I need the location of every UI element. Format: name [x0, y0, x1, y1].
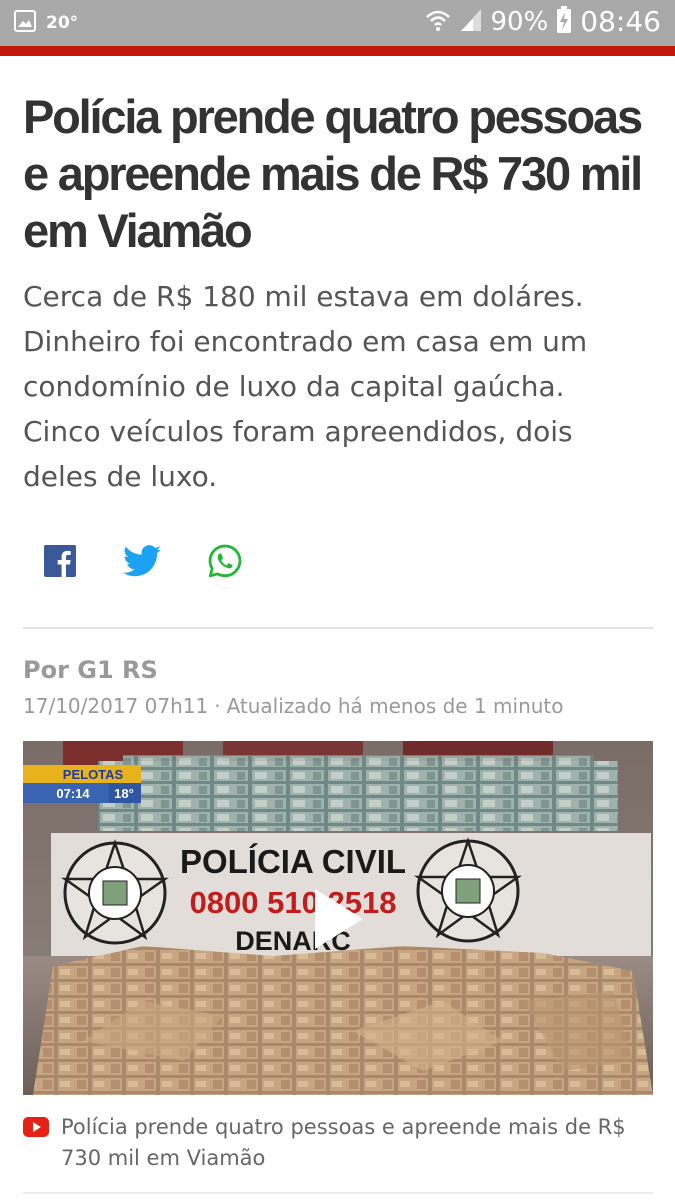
weather-temperature: 20°: [46, 13, 79, 33]
gallery-notification-icon: [14, 10, 36, 36]
video-caption-text: Polícia prende quatro pessoas e apreende…: [61, 1115, 626, 1170]
video-caption: Polícia prende quatro pessoas e apreende…: [23, 1112, 653, 1174]
tv-temperature: 18°: [114, 786, 134, 801]
updated-date: Atualizado há menos de 1 minuto: [226, 694, 564, 718]
youtube-play-icon: [23, 1117, 49, 1174]
video-thumbnail: POLÍCIA CIVIL 0800 510 2518 DENARC PELOT…: [23, 741, 653, 1095]
date-separator: ·: [214, 694, 221, 718]
status-bar: 20° 90% 08:46: [0, 0, 675, 46]
share-twitter-button[interactable]: [122, 541, 162, 581]
battery-charging-icon: [556, 5, 572, 38]
facebook-icon: [44, 545, 76, 577]
clock: 08:46: [580, 5, 661, 38]
article-dates: 17/10/2017 07h11 · Atualizado há menos d…: [23, 694, 564, 718]
section-divider: [23, 627, 653, 629]
article-subtitle: Cerca de R$ 180 mil estava em doláres. D…: [23, 280, 588, 493]
tv-city: PELOTAS: [63, 767, 124, 782]
banner-phone: 0800 510 2518: [190, 885, 397, 920]
twitter-icon: [123, 545, 161, 577]
bottom-divider: [23, 1192, 653, 1194]
share-whatsapp-button[interactable]: [205, 541, 245, 581]
banner-title: POLÍCIA CIVIL: [180, 843, 406, 880]
whatsapp-icon: [208, 544, 242, 578]
article-headline: Polícia prende quatro pessoas e apreende…: [23, 90, 643, 257]
signal-icon: [459, 7, 483, 37]
share-bar: [0, 541, 675, 581]
brand-header-bar: [0, 46, 675, 56]
article-byline: Por G1 RS: [23, 656, 158, 684]
share-facebook-button[interactable]: [40, 541, 80, 581]
wifi-icon: [425, 8, 451, 36]
published-date: 17/10/2017 07h11: [23, 694, 209, 718]
video-player[interactable]: POLÍCIA CIVIL 0800 510 2518 DENARC PELOT…: [23, 741, 653, 1095]
battery-percentage: 90%: [490, 6, 549, 37]
tv-time: 07:14: [56, 786, 90, 801]
